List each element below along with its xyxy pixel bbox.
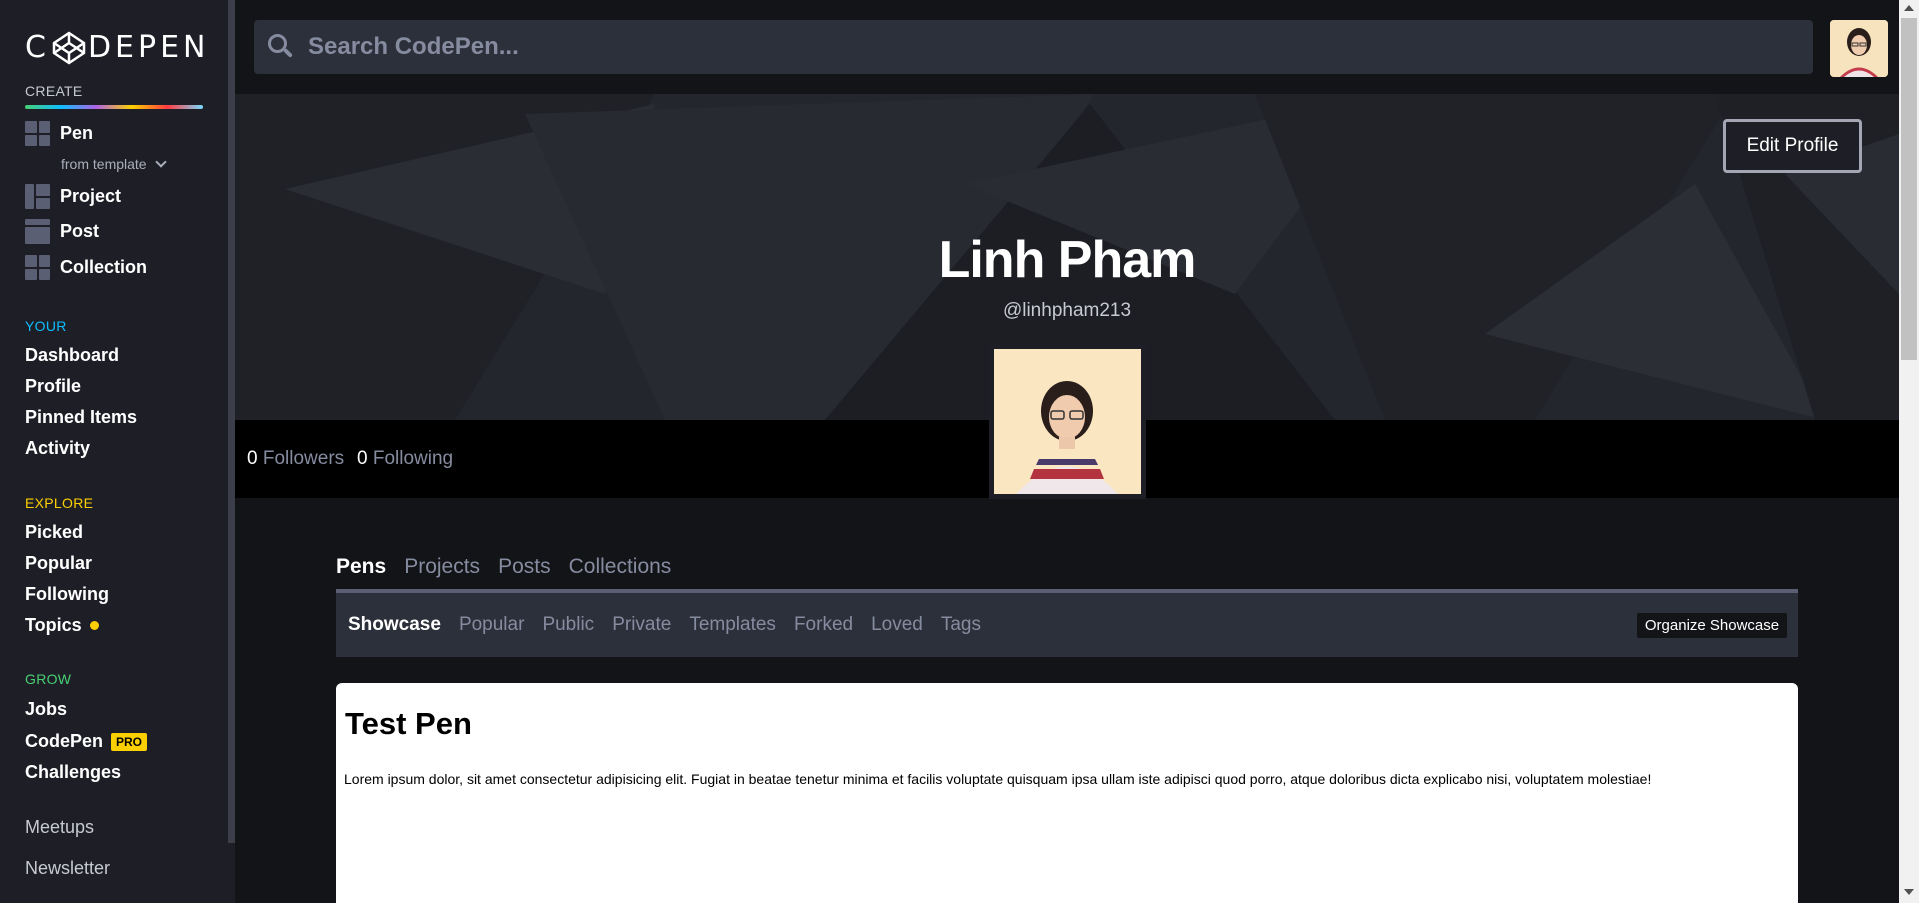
- grow-section-label: GROW: [25, 671, 72, 687]
- followers-label: Followers: [262, 448, 345, 469]
- subtab-templates[interactable]: Templates: [689, 614, 776, 636]
- pro-badge: PRO: [111, 732, 148, 751]
- sidebar-item-meetups[interactable]: Meetups: [25, 817, 94, 838]
- sidebar-item-newsletter[interactable]: Newsletter: [25, 858, 110, 879]
- subtab-forked[interactable]: Forked: [794, 614, 853, 636]
- explore-section-label: EXPLORE: [25, 495, 94, 511]
- profile-photo: [989, 344, 1146, 499]
- page-scrollbar[interactable]: [1899, 0, 1919, 903]
- create-project-link[interactable]: Project: [25, 184, 121, 209]
- search-bar[interactable]: [254, 20, 1813, 74]
- sidebar-item-codepen-label: CodePen: [25, 731, 104, 751]
- profile-handle: @linhpham213: [1002, 300, 1132, 321]
- topics-notification-dot: [89, 621, 99, 630]
- profile-photo-image: [994, 349, 1141, 494]
- from-template-label: from template: [61, 156, 147, 172]
- create-project-label: Project: [60, 186, 122, 206]
- scroll-thumb[interactable]: [1901, 18, 1917, 360]
- following-label: Following: [372, 448, 454, 469]
- your-section-label: YOUR: [25, 318, 67, 334]
- subtab-popular[interactable]: Popular: [459, 614, 525, 636]
- followers-count: 0: [247, 448, 258, 469]
- edit-profile-button[interactable]: Edit Profile: [1723, 119, 1862, 173]
- sidebar-item-profile[interactable]: Profile: [25, 376, 81, 397]
- tab-pens[interactable]: Pens: [336, 555, 386, 579]
- chevron-down-icon: [154, 156, 167, 168]
- organize-showcase-button[interactable]: Organize Showcase: [1637, 613, 1787, 638]
- subtab-loved[interactable]: Loved: [871, 614, 923, 636]
- subtab-public[interactable]: Public: [542, 614, 594, 636]
- sidebar-item-topics[interactable]: Topics: [25, 615, 99, 636]
- sub-tabs: Showcase Popular Public Private Template…: [348, 614, 981, 636]
- search-input[interactable]: [308, 33, 1708, 61]
- sidebar-item-picked[interactable]: Picked: [25, 522, 83, 543]
- sidebar-item-challenges[interactable]: Challenges: [25, 762, 121, 783]
- user-avatar-button[interactable]: [1830, 20, 1888, 77]
- logo-text-depen: DEPEN: [87, 30, 210, 65]
- subtab-tags[interactable]: Tags: [941, 614, 981, 636]
- profile-name: Linh Pham: [938, 231, 1197, 289]
- create-section-label: CREATE: [25, 83, 83, 99]
- followers-stat[interactable]: 0 Followers: [247, 448, 344, 470]
- following-count: 0: [357, 448, 368, 469]
- from-template-dropdown[interactable]: from template: [61, 156, 167, 172]
- scroll-down-arrow-icon[interactable]: [1904, 889, 1914, 895]
- subtab-showcase[interactable]: Showcase: [348, 614, 441, 636]
- following-stat[interactable]: 0 Following: [357, 448, 453, 470]
- logo-text-c: C: [25, 30, 50, 65]
- sidebar-item-topics-label: Topics: [25, 615, 82, 635]
- sidebar-item-activity[interactable]: Activity: [25, 438, 90, 459]
- create-collection-link[interactable]: Collection: [25, 255, 147, 280]
- codepen-cube-icon: [52, 30, 86, 65]
- tab-posts[interactable]: Posts: [498, 555, 551, 579]
- create-post-label: Post: [60, 221, 100, 241]
- pen-preview-card[interactable]: Test Pen Lorem ipsum dolor, sit amet con…: [336, 683, 1798, 903]
- search-icon: [268, 34, 294, 60]
- sidebar-item-pinned-items[interactable]: Pinned Items: [25, 407, 137, 428]
- tab-collections[interactable]: Collections: [569, 555, 672, 579]
- sidebar-item-codepen-pro[interactable]: CodePen PRO: [25, 731, 148, 752]
- avatar-image: [1830, 20, 1888, 77]
- sidebar-scrollbar[interactable]: [228, 0, 235, 843]
- create-rainbow-divider: [25, 105, 203, 109]
- post-icon: [25, 219, 50, 244]
- scroll-up-arrow-icon[interactable]: [1904, 5, 1914, 11]
- create-pen-label: Pen: [60, 123, 94, 143]
- pen-body-text: Lorem ipsum dolor, sit amet consectetur …: [344, 771, 1652, 787]
- subtab-private[interactable]: Private: [612, 614, 671, 636]
- project-icon: [25, 184, 50, 209]
- main-tabs: Pens Projects Posts Collections: [336, 555, 671, 579]
- collection-icon: [25, 255, 50, 280]
- create-pen-link[interactable]: Pen: [25, 121, 93, 146]
- tab-projects[interactable]: Projects: [404, 555, 480, 579]
- pen-title: Test Pen: [345, 706, 472, 741]
- sidebar-item-popular[interactable]: Popular: [25, 553, 92, 574]
- sidebar: C DEPEN CREATE Pen from template Project…: [0, 0, 235, 903]
- create-collection-label: Collection: [60, 257, 148, 277]
- pen-grid-icon: [25, 121, 50, 146]
- codepen-logo[interactable]: C DEPEN: [25, 30, 210, 65]
- sidebar-item-following[interactable]: Following: [25, 584, 109, 605]
- create-post-link[interactable]: Post: [25, 219, 99, 244]
- sidebar-item-dashboard[interactable]: Dashboard: [25, 345, 119, 366]
- sidebar-item-jobs[interactable]: Jobs: [25, 699, 67, 720]
